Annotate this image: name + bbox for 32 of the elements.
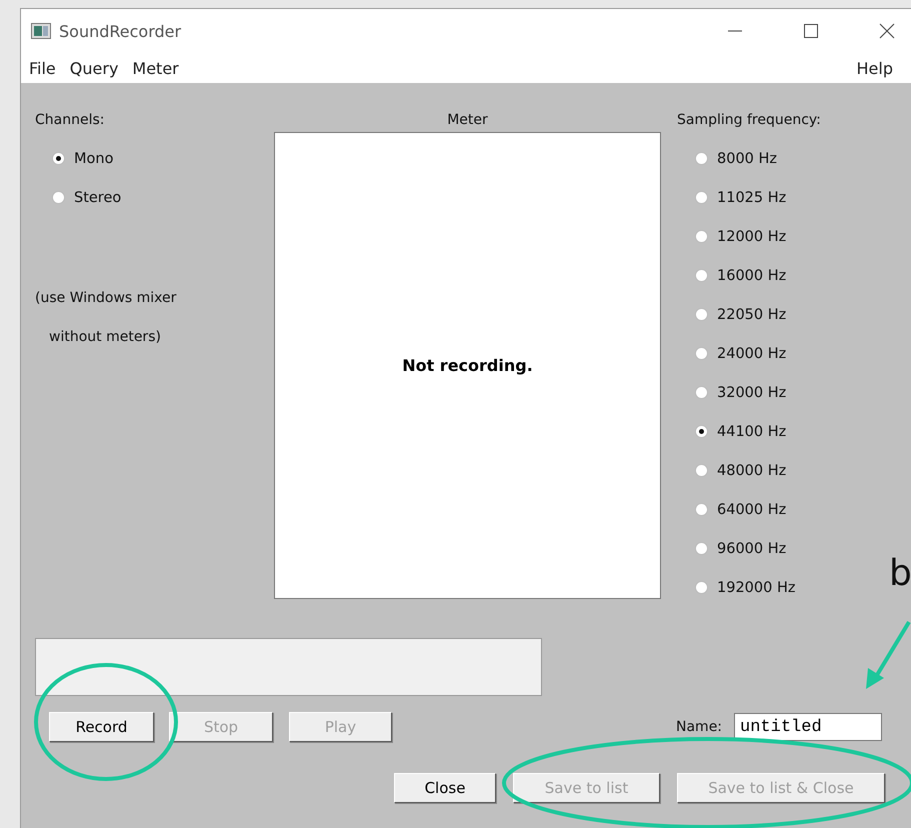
name-label: Name: xyxy=(676,719,722,735)
name-field[interactable]: untitled xyxy=(734,713,882,741)
radio-option[interactable]: 12000 Hz xyxy=(677,217,881,256)
menu-item[interactable]: Query xyxy=(70,58,128,78)
radio-option[interactable]: 8000 Hz xyxy=(677,139,881,178)
radio-option[interactable]: 48000 Hz xyxy=(677,451,881,490)
radio-option[interactable]: Stereo xyxy=(35,178,274,217)
channels-label: Channels: xyxy=(35,111,106,130)
radio-option[interactable]: 192000 Hz xyxy=(677,568,881,607)
arrow xyxy=(866,620,911,689)
transport-button[interactable]: Record xyxy=(49,712,154,742)
note-text: without meters) xyxy=(48,328,162,347)
note-text: (use Windows mixer xyxy=(35,289,178,308)
sampling-label: Sampling frequency: xyxy=(677,111,822,130)
annotation-letter: b xyxy=(889,556,911,592)
radio-option[interactable]: Mono xyxy=(35,139,274,178)
radio-option[interactable]: 32000 Hz xyxy=(677,373,881,412)
radio-option[interactable]: 24000 Hz xyxy=(677,334,881,373)
menu-item[interactable]: Meter xyxy=(132,58,189,78)
menu-item[interactable]: Help xyxy=(856,58,903,78)
radio-option[interactable]: 44100 Hz xyxy=(677,412,881,451)
window-title: SoundRecorder xyxy=(59,22,182,40)
menu-item[interactable]: File xyxy=(29,58,66,78)
radio-option[interactable]: 64000 Hz xyxy=(677,490,881,529)
radio-option[interactable]: 96000 Hz xyxy=(677,529,881,568)
radio-option[interactable]: 16000 Hz xyxy=(677,256,881,295)
app-icon xyxy=(31,23,51,39)
radio-option[interactable]: 22050 Hz xyxy=(677,295,881,334)
meter-label: Meter xyxy=(447,111,488,130)
dialog-button[interactable]: Close xyxy=(394,773,496,803)
radio-option[interactable]: 11025 Hz xyxy=(677,178,881,217)
meter-status: Not recording. xyxy=(402,356,533,375)
